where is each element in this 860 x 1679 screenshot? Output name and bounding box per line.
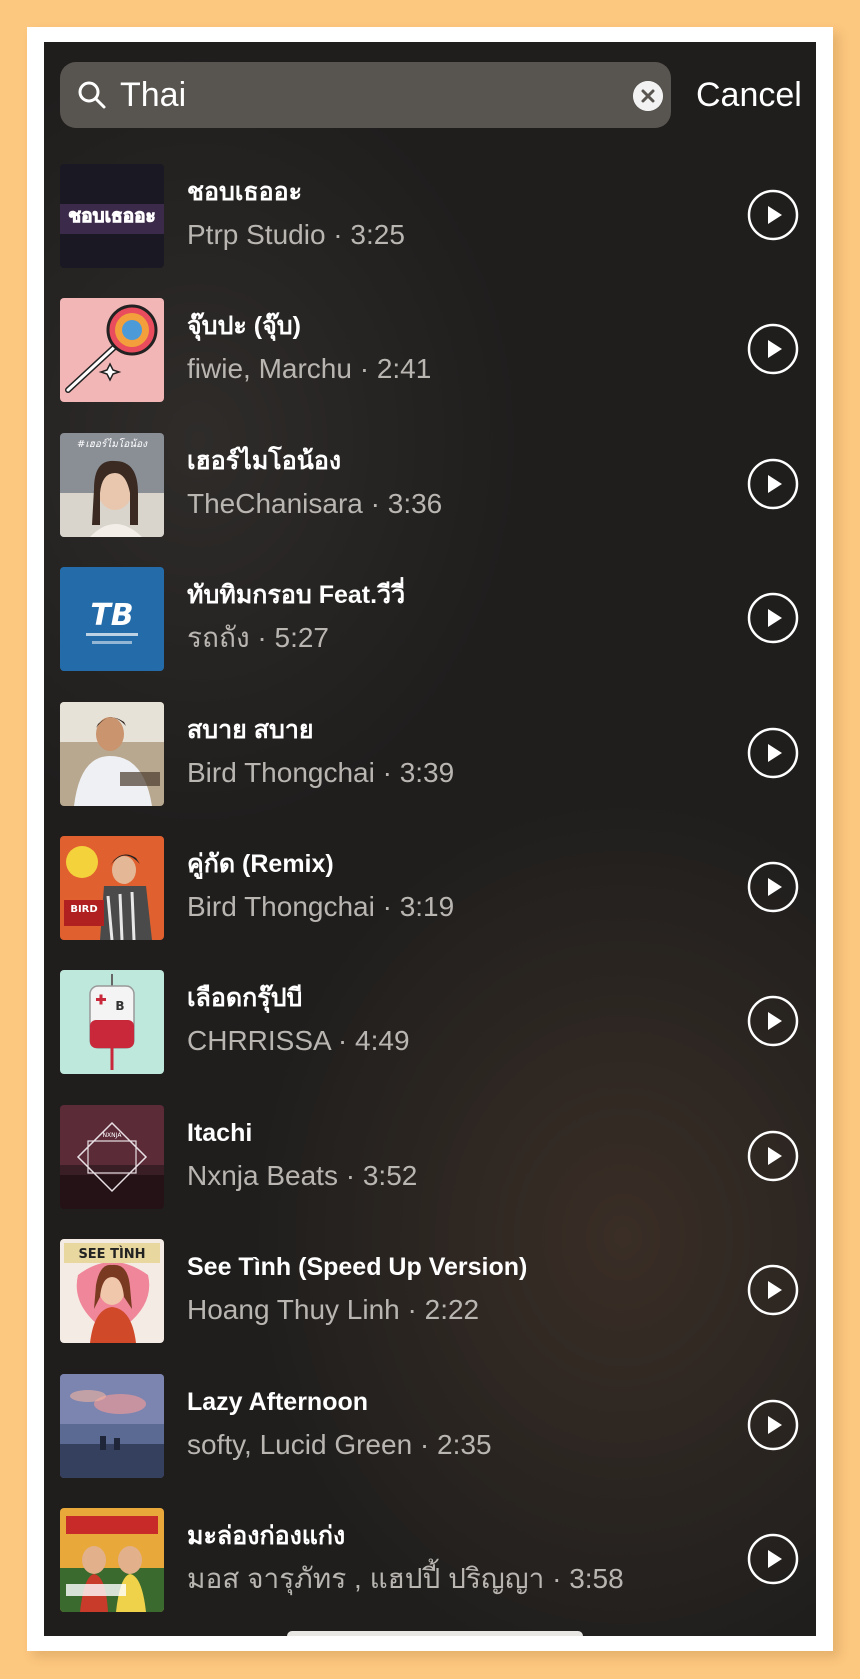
album-cover	[60, 1373, 164, 1478]
search-icon	[78, 81, 106, 109]
play-icon[interactable]	[747, 727, 799, 779]
track-row[interactable]: Lazy Afternoon softy, Lucid Green · 2:35	[44, 1372, 816, 1506]
track-artist-duration: CHRRISSA · 4:49	[187, 1025, 410, 1057]
track-row[interactable]: SEE TÌNH See Tình (Speed Up Version) Hoa…	[44, 1237, 816, 1371]
play-icon[interactable]	[747, 592, 799, 644]
track-title: จุ๊บปะ (จุ๊บ)	[187, 312, 301, 341]
album-cover: SEE TÌNH	[60, 1239, 164, 1344]
cover-title-text: B	[115, 999, 124, 1013]
search-input[interactable]: Thai	[60, 62, 671, 128]
track-artist-duration: Nxnja Beats · 3:52	[187, 1159, 418, 1191]
play-icon[interactable]	[747, 1264, 799, 1316]
play-icon[interactable]	[747, 861, 799, 913]
album-cover	[60, 298, 164, 403]
play-icon[interactable]	[747, 995, 799, 1047]
play-icon[interactable]	[747, 189, 799, 241]
cover-title-text: #เฮอร์ไมโอน้อง	[77, 438, 148, 450]
track-title: See Tình (Speed Up Version)	[187, 1253, 528, 1282]
track-row[interactable]: มะล่องก่องแก่ง มอส จารุภัทร , แฮปปี้ ปริ…	[44, 1506, 816, 1636]
track-title: ชอบเธออะ	[187, 178, 303, 206]
track-title: เลือดกรุ๊ปบี	[187, 984, 303, 1013]
track-title: Itachi	[187, 1118, 253, 1147]
track-row[interactable]: NXNJA Itachi Nxnja Beats · 3:52	[44, 1103, 816, 1237]
track-artist-duration: TheChanisara · 3:36	[187, 487, 443, 519]
cover-title-text: ชอบเธออะ	[68, 205, 156, 227]
cover-title-text: BIRD	[70, 904, 97, 915]
play-icon[interactable]	[747, 1533, 799, 1585]
track-artist-duration: Bird Thongchai · 3:19	[187, 890, 455, 922]
clear-icon[interactable]	[633, 81, 663, 111]
track-list: ชอบเธออะ ชอบเธออะ Ptrp Studio · 3:25 จุ๊…	[44, 162, 816, 1636]
track-title: มะล่องก่องแก่ง	[187, 1521, 346, 1550]
track-artist-duration: รถถัง · 5:27	[187, 622, 329, 654]
track-row[interactable]: สบาย สบาย Bird Thongchai · 3:39	[44, 700, 816, 834]
cover-title-text: NXNJA	[103, 1132, 123, 1139]
album-cover: TB	[60, 567, 164, 672]
track-title: Lazy Afternoon	[187, 1387, 369, 1416]
track-row[interactable]: ชอบเธออะ ชอบเธออะ Ptrp Studio · 3:25	[44, 162, 816, 296]
track-artist-duration: fiwie, Marchu · 2:41	[187, 353, 432, 385]
track-title: ทับทิมกรอบ Feat.วีวี่	[187, 581, 406, 610]
track-title: สบาย สบาย	[187, 715, 314, 744]
track-artist-duration: มอส จารุภัทร , แฮปปี้ ปริญญา · 3:58	[187, 1562, 624, 1594]
search-bar: Thai Cancel	[60, 62, 810, 128]
album-cover	[60, 701, 164, 806]
track-artist-duration: Bird Thongchai · 3:39	[187, 756, 455, 788]
album-cover: NXNJA	[60, 1104, 164, 1209]
track-title: เฮอร์ไมโอน้อง	[187, 446, 342, 475]
play-icon[interactable]	[747, 323, 799, 375]
cancel-button[interactable]: Cancel	[696, 74, 802, 116]
album-cover	[60, 1507, 164, 1612]
track-artist-duration: softy, Lucid Green · 2:35	[187, 1428, 492, 1460]
track-row[interactable]: TB ทับทิมกรอบ Feat.วีวี่ รถถัง · 5:27	[44, 565, 816, 699]
track-title: คู่กัด (Remix)	[187, 849, 334, 878]
home-indicator[interactable]	[287, 1631, 583, 1636]
cover-title-text: TB	[90, 598, 133, 633]
track-row[interactable]: จุ๊บปะ (จุ๊บ) fiwie, Marchu · 2:41	[44, 296, 816, 430]
search-query-text: Thai	[120, 76, 187, 114]
play-icon[interactable]	[747, 458, 799, 510]
track-artist-duration: Ptrp Studio · 3:25	[187, 219, 405, 250]
music-search-screen: Thai Cancel ชอบเธออะ ชอบเธออะ Ptrp Studi…	[44, 42, 816, 1636]
album-cover: B	[60, 970, 164, 1075]
album-cover: BIRD	[60, 835, 164, 940]
track-artist-duration: Hoang Thuy Linh · 2:22	[187, 1294, 480, 1326]
track-row[interactable]: B เลือดกรุ๊ปบี CHRRISSA · 4:49	[44, 968, 816, 1102]
play-icon[interactable]	[747, 1399, 799, 1451]
track-row[interactable]: BIRD คู่กัด (Remix) Bird Thongchai · 3:1…	[44, 834, 816, 968]
cover-title-text: SEE TÌNH	[78, 1246, 145, 1262]
play-icon[interactable]	[747, 1130, 799, 1182]
album-cover: #เฮอร์ไมโอน้อง	[60, 432, 164, 537]
album-cover: ชอบเธออะ	[60, 164, 164, 268]
track-row[interactable]: #เฮอร์ไมโอน้อง เฮอร์ไมโอน้อง TheChanisar…	[44, 431, 816, 565]
